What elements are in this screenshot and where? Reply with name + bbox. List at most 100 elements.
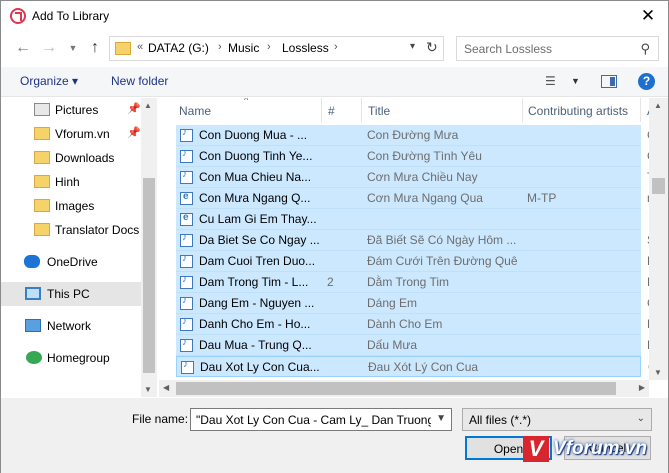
track-title: Con Đường Mưa [367, 128, 459, 142]
column-divider[interactable] [321, 98, 322, 122]
file-row[interactable]: Danh Cho Em - Ho...Dành Cho EmH [176, 314, 656, 335]
file-list-vertical-scrollbar[interactable]: ▲ ▼ [649, 98, 668, 380]
sidebar-item-label: Homegroup [47, 351, 110, 365]
scroll-down-icon[interactable]: ▼ [654, 368, 662, 377]
scroll-up-icon[interactable]: ▲ [654, 101, 662, 110]
forward-button[interactable]: → [40, 39, 58, 57]
file-name: Dam Cuoi Tren Duo... [199, 254, 316, 268]
address-bar[interactable]: « DATA2 (G:) › Music › Lossless › ▾ ↻ [109, 36, 444, 61]
pin-icon: 📌 [127, 103, 141, 115]
sidebar-item-label: Images [55, 199, 95, 213]
file-row[interactable]: Dam Trong Tim - L...2Dằm Trong TimH [176, 272, 656, 293]
close-button[interactable]: ✕ [638, 6, 658, 26]
file-name: Con Duong Tinh Ye... [199, 149, 313, 163]
sidebar-item-label: Translator Docs [55, 223, 140, 237]
address-dropdown-icon[interactable]: ▾ [410, 41, 415, 52]
sidebar-item-label: OneDrive [47, 255, 98, 269]
file-row[interactable]: Dam Cuoi Tren Duo... Đám Cưới Trên Đường … [176, 251, 656, 272]
sidebar-item-label: Hinh [55, 175, 80, 189]
column-header-name[interactable]: Name [179, 104, 211, 118]
refresh-icon[interactable]: ↻ [426, 39, 438, 56]
file-name: Danh Cho Em - Ho... [199, 317, 311, 331]
preview-pane-icon[interactable] [601, 75, 617, 88]
file-list-horizontal-scrollbar[interactable]: ◀ ▶ [159, 380, 649, 397]
file-name: Con Mua Chieu Na... [199, 170, 312, 184]
column-divider[interactable] [522, 98, 523, 122]
search-icon[interactable]: ⚲ [640, 41, 650, 57]
sidebar-item-images[interactable]: Images [1, 194, 141, 218]
view-options-icon[interactable]: ☰ [545, 74, 556, 88]
navigation-scrollbar[interactable]: ▲ ▼ [141, 98, 157, 397]
column-header-number[interactable]: # [328, 104, 335, 118]
sidebar-item-homegroup[interactable]: Homegroup [1, 346, 141, 370]
file-row[interactable]: Dau Xot Ly Con Cua...Đau Xót Lý Con CuaC [176, 356, 657, 377]
breadcrumb-separator-icon[interactable]: › [334, 41, 338, 53]
file-type-select[interactable]: All files (*.*) ⌄ [462, 408, 652, 431]
back-button[interactable]: ← [14, 39, 32, 57]
file-row[interactable]: Con Duong Mua - ...Con Đường MưaC [176, 125, 656, 146]
sidebar-item-label: Vforum.vn [55, 127, 110, 141]
new-folder-button[interactable]: New folder [111, 74, 168, 88]
folder-icon [115, 42, 131, 55]
breadcrumb-separator-icon[interactable]: › [267, 41, 271, 53]
scroll-right-icon[interactable]: ▶ [639, 383, 645, 392]
file-name: Con Mưa Ngang Q... [199, 191, 311, 205]
track-title: Cơn Mưa Chiều Nay [367, 170, 478, 184]
audio-file-icon [180, 253, 193, 268]
scrollbar-thumb[interactable] [176, 382, 616, 395]
sidebar-item-hinh[interactable]: Hinh [1, 170, 141, 194]
chevron-down-icon[interactable]: ▼ [436, 413, 446, 424]
track-title: Đau Xót Lý Con Cua [368, 360, 479, 374]
sidebar-item-downloads[interactable]: Downloads [1, 146, 141, 170]
organize-button[interactable]: Organize ▾ [20, 74, 78, 88]
view-dropdown-icon[interactable]: ▼ [571, 76, 580, 86]
scrollbar-thumb[interactable] [143, 178, 155, 373]
network-icon [25, 319, 41, 332]
help-icon[interactable]: ? [638, 73, 655, 90]
breadcrumb-separator-icon[interactable]: › [218, 41, 222, 53]
sort-ascending-icon: ^ [244, 98, 249, 105]
address-overflow[interactable]: « [137, 41, 143, 53]
itunes-icon [10, 8, 26, 24]
track-title: Dành Cho Em [367, 317, 443, 331]
column-divider[interactable] [640, 98, 641, 122]
sidebar-item-label: Downloads [55, 151, 115, 165]
column-divider[interactable] [361, 98, 362, 122]
column-header-title[interactable]: Title [368, 104, 390, 118]
scroll-down-icon[interactable]: ▼ [144, 385, 152, 394]
scrollbar-thumb[interactable] [652, 178, 665, 194]
breadcrumb-music[interactable]: Music [228, 41, 259, 55]
track-title: Con Đường Tình Yêu [367, 149, 482, 163]
breadcrumb-lossless[interactable]: Lossless [282, 41, 329, 55]
scroll-left-icon[interactable]: ◀ [163, 383, 169, 392]
file-row[interactable]: Dau Mua - Trung Q...Dấu MưaD [176, 335, 656, 356]
file-row[interactable]: Con Duong Tinh Ye...Con Đường Tình YêuC [176, 146, 656, 167]
file-row[interactable]: Con Mưa Ngang Q...Cơn Mưa Ngang QuaM-TPn [176, 188, 654, 209]
file-name: Dau Xot Ly Con Cua... [200, 360, 320, 374]
file-row[interactable]: Con Mua Chieu Na...Cơn Mưa Chiều NayT [176, 167, 654, 188]
file-row[interactable]: Dang Em - Nguyen ...Dáng EmC [176, 293, 656, 314]
title-bar: Add To Library ✕ [1, 1, 668, 32]
sidebar-item-this-pc[interactable]: This PC [1, 282, 141, 306]
pictures-icon [34, 103, 50, 116]
sidebar-item-onedrive[interactable]: OneDrive [1, 250, 141, 274]
sidebar-item-vforum[interactable]: Vforum.vn 📌 [1, 122, 141, 146]
audio-file-icon [180, 169, 193, 184]
scroll-up-icon[interactable]: ▲ [144, 101, 152, 110]
audio-file-icon [180, 316, 193, 331]
breadcrumb-drive[interactable]: DATA2 (G:) [148, 41, 209, 55]
sidebar-item-pictures[interactable]: Pictures 📌 [1, 98, 141, 122]
sidebar-item-translator-docs[interactable]: Translator Docs [1, 218, 141, 242]
file-row[interactable]: Cu Lam Gi Em Thay... [176, 209, 641, 230]
file-name-field[interactable]: "Dau Xot Ly Con Cua - Cam Ly_ Dan Truong… [190, 408, 452, 431]
file-name-value[interactable]: "Dau Xot Ly Con Cua - Cam Ly_ Dan Truong… [196, 413, 431, 427]
column-header-contributing-artists[interactable]: Contributing artists [528, 104, 628, 118]
file-row[interactable]: Da Biet Se Co Ngay ... Đã Biết Sẽ Có Ngày… [176, 230, 655, 251]
chevron-down-icon[interactable]: ⌄ [637, 413, 645, 424]
sidebar-item-network[interactable]: Network [1, 314, 141, 338]
navigation-pane: Pictures 📌 Vforum.vn 📌 Downloads Hinh Im… [1, 98, 157, 397]
pin-icon: 📌 [127, 127, 141, 139]
search-box[interactable]: Search Lossless ⚲ [456, 36, 659, 61]
recent-locations-chevron-icon[interactable]: ▼ [64, 39, 82, 57]
up-button[interactable]: ↑ [86, 39, 104, 57]
